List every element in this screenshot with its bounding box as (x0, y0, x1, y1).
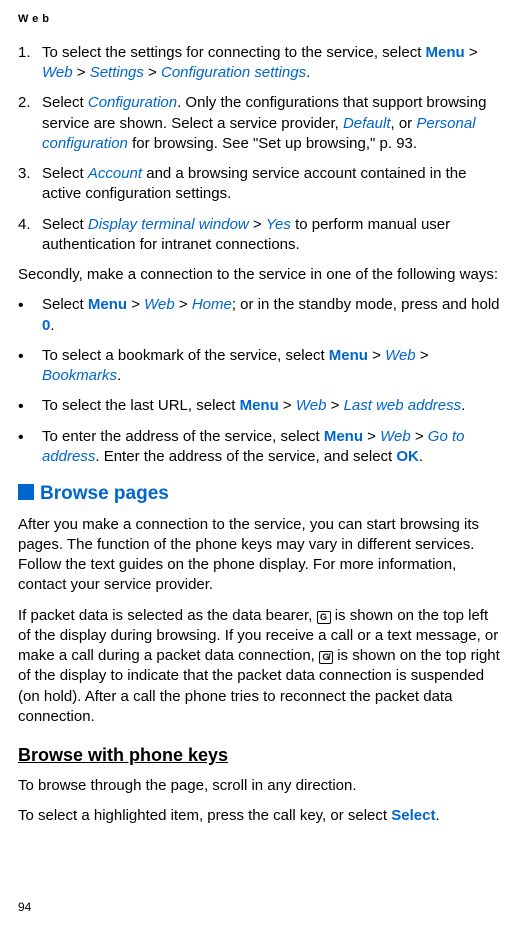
text: > (279, 397, 296, 414)
section-title: Browse pages (40, 483, 169, 504)
text: To select the last URL, select (42, 397, 240, 414)
bullet-icon: • (18, 427, 24, 449)
text: > (127, 296, 144, 313)
text: . (461, 397, 465, 414)
text: Select (42, 165, 88, 182)
web-link: Web (296, 397, 327, 414)
list-item-3: 3. Select Account and a browsing service… (18, 164, 502, 205)
text: To enter the address of the service, sel… (42, 428, 324, 445)
text: . (435, 807, 439, 824)
text: > (73, 64, 90, 81)
text: To select the settings for connecting to… (42, 44, 426, 61)
text: > (416, 347, 429, 364)
web-link: Web (380, 428, 411, 445)
text: Select (42, 216, 88, 233)
list-item-4: 4. Select Display terminal window > Yes … (18, 215, 502, 256)
web-link: Web (144, 296, 175, 313)
text: > (368, 347, 385, 364)
text: . (306, 64, 310, 81)
display-terminal-link: Display terminal window (88, 216, 249, 233)
paragraph: To select a highlighted item, press the … (18, 806, 502, 826)
settings-link: Settings (90, 64, 144, 81)
menu-link: Menu (324, 428, 363, 445)
text: To select a highlighted item, press the … (18, 807, 391, 824)
numbered-list: 1. To select the settings for connecting… (18, 43, 502, 255)
paragraph: After you make a connection to the servi… (18, 515, 502, 596)
menu-link: Menu (88, 296, 127, 313)
text: > (175, 296, 192, 313)
configuration-link: Configuration (88, 94, 177, 111)
paragraph: Secondly, make a connection to the servi… (18, 265, 502, 285)
list-item-2: 2. Select Configuration. Only the config… (18, 93, 502, 154)
text: If packet data is selected as the data b… (18, 607, 317, 624)
last-web-address-link: Last web address (344, 397, 462, 414)
menu-link: Menu (329, 347, 368, 364)
text: To select a bookmark of the service, sel… (42, 347, 329, 364)
ok-link: OK (396, 448, 419, 465)
bookmarks-link: Bookmarks (42, 367, 117, 384)
bullet-item-3: • To select the last URL, select Menu > … (18, 396, 502, 416)
item-number: 2. (18, 93, 31, 113)
menu-link: Menu (426, 44, 465, 61)
text: > (326, 397, 343, 414)
list-item-1: 1. To select the settings for connecting… (18, 43, 502, 84)
item-number: 4. (18, 215, 31, 235)
section-header: Browse pages (18, 481, 502, 507)
page-header: Web (18, 12, 502, 27)
text: . (117, 367, 121, 384)
bullet-list: • Select Menu > Web > Home; or in the st… (18, 295, 502, 467)
page-number: 94 (18, 899, 31, 915)
packet-data-icon: G (317, 611, 331, 624)
menu-link: Menu (240, 397, 279, 414)
text: Select (42, 296, 88, 313)
text: > (465, 44, 478, 61)
config-settings-link: Configuration settings (161, 64, 306, 81)
text: > (249, 216, 266, 233)
text: ; or in the standby mode, press and hold (232, 296, 500, 313)
bullet-icon: • (18, 295, 24, 317)
text: Select (42, 94, 88, 111)
text: . (50, 317, 54, 334)
yes-link: Yes (266, 216, 291, 233)
bullet-item-1: • Select Menu > Web > Home; or in the st… (18, 295, 502, 336)
text: for browsing. See "Set up browsing," p. … (128, 135, 417, 152)
text: > (411, 428, 428, 445)
item-number: 1. (18, 43, 31, 63)
web-link: Web (385, 347, 416, 364)
bullet-icon: • (18, 396, 24, 418)
bullet-item-2: • To select a bookmark of the service, s… (18, 346, 502, 387)
web-link: Web (42, 64, 73, 81)
paragraph: To browse through the page, scroll in an… (18, 776, 502, 796)
packet-data-suspended-icon: G̸ (319, 651, 333, 664)
text: > (144, 64, 161, 81)
text: , or (391, 115, 417, 132)
account-link: Account (88, 165, 142, 182)
text: . Enter the address of the service, and … (95, 448, 396, 465)
default-link: Default (343, 115, 391, 132)
subsection-title: Browse with phone keys (18, 743, 502, 767)
home-link: Home (192, 296, 232, 313)
select-link: Select (391, 807, 435, 824)
item-number: 3. (18, 164, 31, 184)
square-icon (18, 484, 34, 500)
paragraph: If packet data is selected as the data b… (18, 606, 502, 728)
bullet-item-4: • To enter the address of the service, s… (18, 427, 502, 468)
text: . (419, 448, 423, 465)
text: > (363, 428, 380, 445)
bullet-icon: • (18, 346, 24, 368)
